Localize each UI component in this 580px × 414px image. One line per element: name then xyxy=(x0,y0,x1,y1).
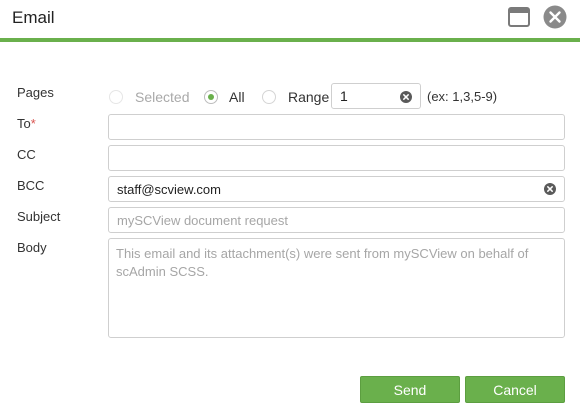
bcc-field[interactable]: staff@scview.com xyxy=(108,176,565,202)
radio-range-label: Range xyxy=(288,89,330,105)
pages-label: Pages xyxy=(17,85,54,100)
subject-label: Subject xyxy=(17,209,61,224)
subject-field[interactable]: mySCView document request xyxy=(108,207,565,233)
send-button[interactable]: Send xyxy=(360,376,460,403)
radio-all-label: All xyxy=(229,89,245,105)
radio-all[interactable] xyxy=(204,90,218,104)
to-label: To* xyxy=(17,116,36,131)
radio-selected-label: Selected xyxy=(135,89,190,105)
body-field[interactable]: This email and its attachment(s) were se… xyxy=(108,238,565,338)
clear-icon[interactable] xyxy=(544,183,556,195)
range-hint: (ex: 1,3,5-9) xyxy=(427,89,498,104)
body-placeholder: This email and its attachment(s) were se… xyxy=(116,246,529,279)
required-marker: * xyxy=(30,116,36,131)
dialog-title: Email xyxy=(12,8,55,27)
range-input-value: 1 xyxy=(340,88,348,104)
radio-range[interactable] xyxy=(262,90,276,104)
pages-option-range[interactable]: Range xyxy=(262,88,329,106)
subject-placeholder: mySCView document request xyxy=(117,212,289,228)
range-input[interactable]: 1 xyxy=(331,83,421,109)
to-field[interactable] xyxy=(108,114,565,140)
body-label: Body xyxy=(17,240,47,255)
cc-label: CC xyxy=(17,147,36,162)
bcc-value: staff@scview.com xyxy=(117,181,221,197)
dialog-titlebar: Email xyxy=(0,0,580,38)
clear-icon[interactable] xyxy=(400,90,412,103)
pages-option-selected[interactable]: Selected xyxy=(109,88,189,106)
maximize-icon[interactable] xyxy=(508,7,530,27)
cc-field[interactable] xyxy=(108,145,565,171)
title-accent-line xyxy=(0,38,580,42)
close-icon[interactable] xyxy=(543,5,567,29)
pages-option-all[interactable]: All xyxy=(204,88,245,106)
cancel-button[interactable]: Cancel xyxy=(465,376,565,403)
email-dialog: Email Pages Selected All Range 1 (ex: 1,… xyxy=(0,0,580,414)
bcc-label: BCC xyxy=(17,178,45,193)
radio-selected[interactable] xyxy=(109,90,123,104)
